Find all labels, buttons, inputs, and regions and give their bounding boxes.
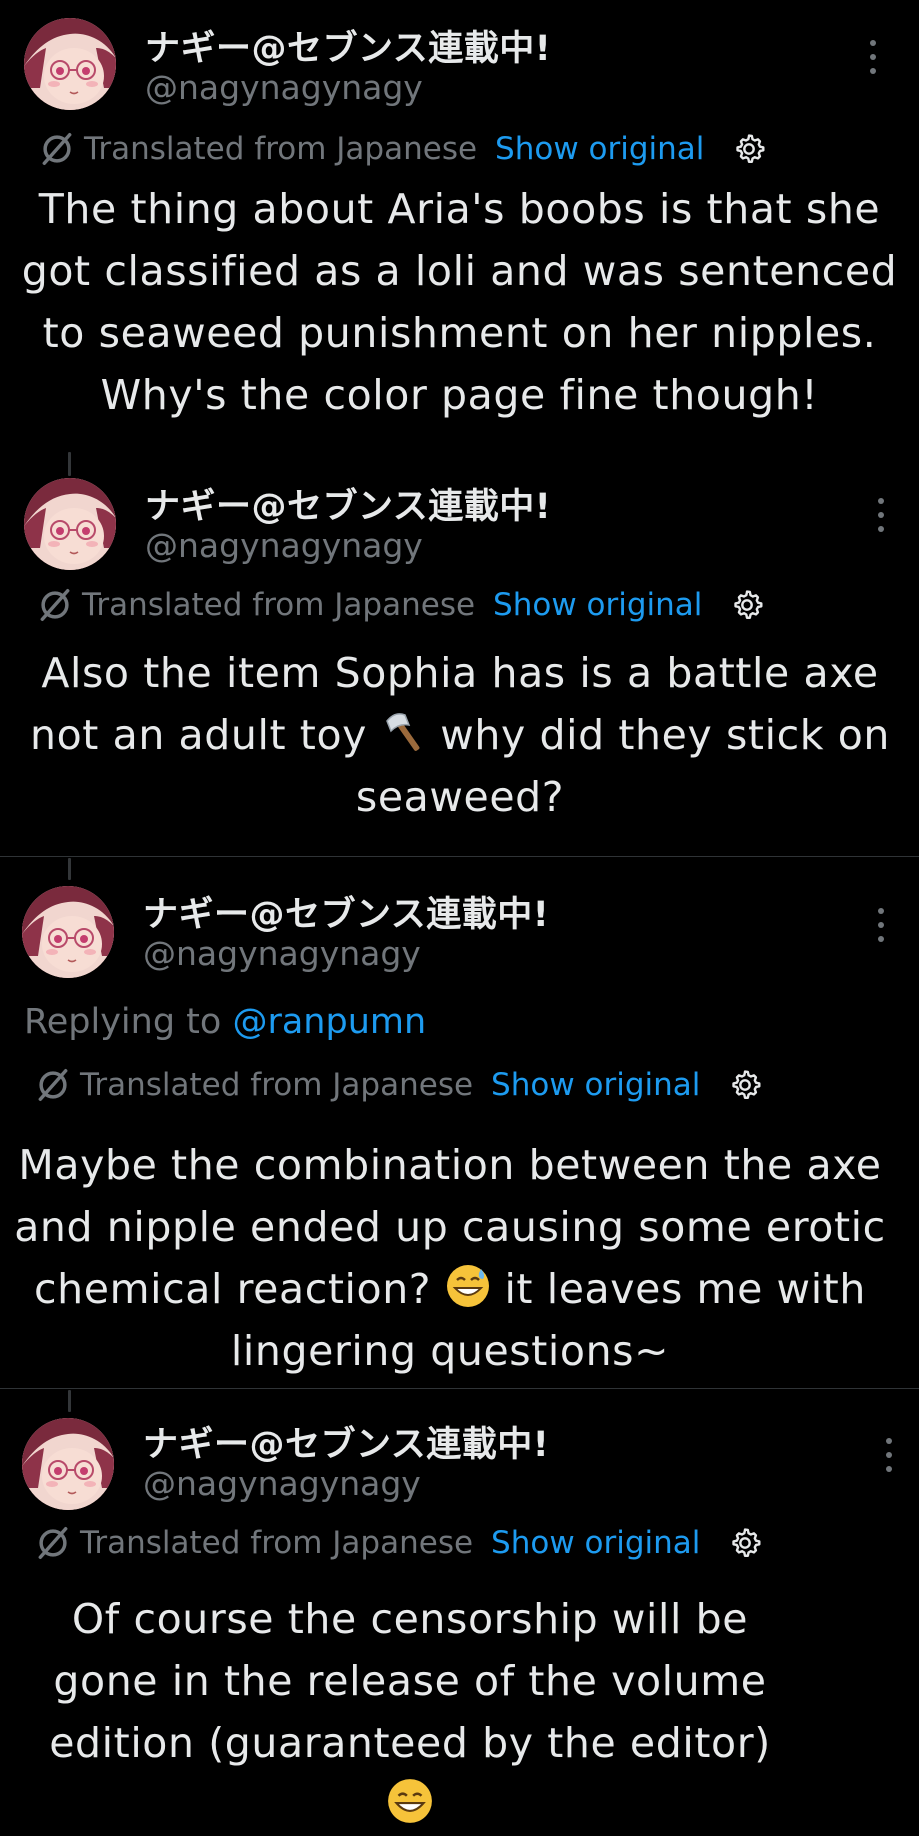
more-icon[interactable] [884, 1438, 894, 1472]
grinning-emoji-icon [388, 1779, 432, 1823]
divider [0, 856, 919, 857]
show-original-link[interactable]: Show original [491, 1525, 700, 1561]
settings-gear-icon[interactable] [728, 1526, 762, 1560]
translation-row: Translated from Japanese Show original [38, 130, 766, 168]
tweet-text-body: Of course the censorship will be gone in… [49, 1595, 771, 1767]
tweet-text-part2: why did they stick on seaweed? [355, 711, 890, 821]
display-name[interactable]: ナギー@セブンス連載中! [143, 1416, 549, 1467]
translated-label: Translated from Japanese [80, 1067, 474, 1103]
tweet-1[interactable]: ナギー@セブンス連載中! @nagynagynagy Translated fr… [0, 0, 919, 419]
translation-row: Translated from Japanese Show original [34, 1066, 762, 1104]
translate-icon [34, 1524, 72, 1562]
divider [0, 1388, 919, 1389]
translate-icon [36, 586, 74, 624]
tweet-text: Of course the censorship will be gone in… [40, 1588, 780, 1836]
avatar[interactable] [22, 1418, 114, 1510]
display-name[interactable]: ナギー@セブンス連載中! [143, 886, 549, 937]
translate-icon [38, 130, 76, 168]
grinning-sweat-emoji-icon [446, 1265, 489, 1307]
user-handle[interactable]: @nagynagynagy [145, 526, 423, 565]
settings-gear-icon[interactable] [732, 132, 766, 166]
tweet-text: Also the item Sophia has is a battle axe… [20, 642, 900, 828]
replying-to: Replying to @ranpumn [24, 1002, 426, 1042]
axe-emoji-icon [385, 713, 420, 751]
translated-label: Translated from Japanese [84, 131, 478, 167]
settings-gear-icon[interactable] [728, 1068, 762, 1102]
translation-row: Translated from Japanese Show original [36, 586, 764, 624]
translated-label: Translated from Japanese [80, 1525, 474, 1561]
tweet-text: Maybe the combination between the axe an… [10, 1134, 890, 1382]
translation-row: Translated from Japanese Show original [34, 1524, 762, 1562]
user-handle[interactable]: @nagynagynagy [145, 68, 423, 107]
more-icon[interactable] [876, 908, 886, 942]
show-original-link[interactable]: Show original [491, 1067, 700, 1103]
show-original-link[interactable]: Show original [493, 587, 702, 623]
display-name[interactable]: ナギー@セブンス連載中! [145, 478, 551, 529]
display-name[interactable]: ナギー@セブンス連載中! [145, 20, 551, 71]
replying-prefix: Replying to [24, 1002, 222, 1042]
translate-icon [34, 1066, 72, 1104]
tweet-2[interactable]: ナギー@セブンス連載中! @nagynagynagy Translated fr… [0, 460, 919, 856]
avatar[interactable] [24, 18, 116, 110]
translated-label: Translated from Japanese [82, 587, 476, 623]
tweet-3[interactable]: ナギー@セブンス連載中! @nagynagynagy Replying to @… [0, 866, 919, 1388]
more-icon[interactable] [876, 498, 886, 532]
tweet-text: The thing about Aria's boobs is that she… [21, 185, 898, 419]
user-handle[interactable]: @nagynagynagy [143, 1464, 421, 1503]
more-icon[interactable] [868, 40, 878, 74]
avatar[interactable] [24, 478, 116, 570]
tweet-4[interactable]: ナギー@セブンス連載中! @nagynagynagy Translated fr… [0, 1398, 919, 1826]
show-original-link[interactable]: Show original [495, 131, 704, 167]
avatar[interactable] [22, 886, 114, 978]
reply-mention-link[interactable]: @ranpumn [232, 1002, 426, 1042]
user-handle[interactable]: @nagynagynagy [143, 934, 421, 973]
settings-gear-icon[interactable] [730, 588, 764, 622]
